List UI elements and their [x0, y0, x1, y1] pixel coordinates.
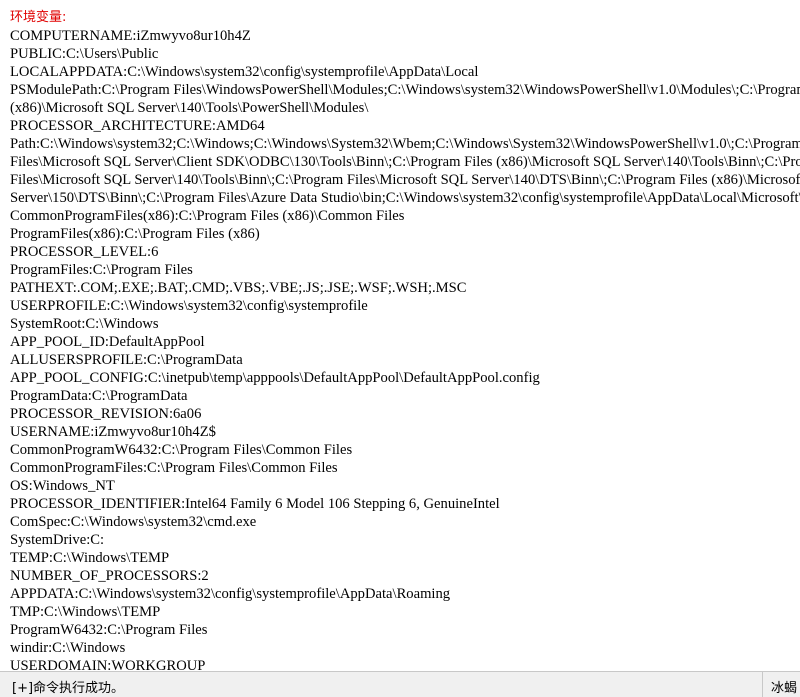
output-heading: 环境变量: [10, 10, 67, 25]
env-variable-line: APP_POOL_CONFIG:C:\inetpub\temp\apppools… [10, 370, 540, 386]
env-variable-line: ComSpec:C:\Windows\system32\cmd.exe [10, 514, 257, 530]
env-variable-line: USERNAME:iZmwyvo8ur10h4Z$ [10, 424, 216, 440]
env-variable-line: Server\150\DTS\Binn\;C:\Program Files\Az… [10, 190, 800, 206]
env-variable-line: SystemDrive:C: [10, 532, 105, 548]
env-variable-line: TEMP:C:\Windows\TEMP [10, 550, 170, 566]
env-variable-line: LOCALAPPDATA:C:\Windows\system32\config\… [10, 64, 479, 80]
env-variable-line: USERPROFILE:C:\Windows\system32\config\s… [10, 298, 368, 314]
env-variable-line: PROCESSOR_IDENTIFIER:Intel64 Family 6 Mo… [10, 496, 500, 512]
env-variable-line: ALLUSERSPROFILE:C:\ProgramData [10, 352, 243, 368]
env-variable-line: PATHEXT:.COM;.EXE;.BAT;.CMD;.VBS;.VBE;.J… [10, 280, 467, 296]
env-variable-line: PROCESSOR_ARCHITECTURE:AMD64 [10, 118, 265, 134]
status-bar: [+]命令执行成功。 冰蝎 [0, 671, 800, 697]
env-variable-line: SystemRoot:C:\Windows [10, 316, 159, 332]
env-variable-line: CommonProgramW6432:C:\Program Files\Comm… [10, 442, 353, 458]
env-variable-list: COMPUTERNAME:iZmwyvo8ur10h4Z PUBLIC:C:\Us… [10, 27, 800, 671]
env-variable-line: windir:C:\Windows [10, 640, 126, 656]
env-variable-line: TMP:C:\Windows\TEMP [10, 604, 161, 620]
env-variable-line: ProgramFiles(x86):C:\Program Files (x86) [10, 226, 260, 242]
env-variable-line: CommonProgramFiles(x86):C:\Program Files… [10, 208, 405, 224]
env-variable-line: Files\Microsoft SQL Server\140\Tools\Bin… [10, 172, 800, 188]
status-right-label: 冰蝎 [771, 681, 798, 696]
env-variable-line: ProgramData:C:\ProgramData [10, 388, 188, 404]
env-variable-line: ProgramW6432:C:\Program Files [10, 622, 208, 638]
env-variable-line: Files\Microsoft SQL Server\Client SDK\OD… [10, 154, 800, 170]
env-variable-line: CommonProgramFiles:C:\Program Files\Comm… [10, 460, 338, 476]
command-output-text: 环境变量: COMPUTERNAME:iZmwyvo8ur10h4Z PUBLIC… [0, 0, 800, 671]
command-output-pane[interactable]: 环境变量: COMPUTERNAME:iZmwyvo8ur10h4Z PUBLIC… [0, 0, 800, 671]
env-variable-line: Path:C:\Windows\system32;C:\Windows;C:\W… [10, 136, 800, 152]
webshell-window: 环境变量: COMPUTERNAME:iZmwyvo8ur10h4Z PUBLIC… [0, 0, 800, 697]
env-variable-line: PROCESSOR_LEVEL:6 [10, 244, 159, 260]
env-variable-line: APPDATA:C:\Windows\system32\config\syste… [10, 586, 451, 602]
env-variable-line: USERDOMAIN:WORKGROUP [10, 658, 206, 671]
env-variable-line: NUMBER_OF_PROCESSORS:2 [10, 568, 209, 584]
env-variable-line: ProgramFiles:C:\Program Files [10, 262, 193, 278]
env-variable-line: PROCESSOR_REVISION:6a06 [10, 406, 202, 422]
env-variable-line: APP_POOL_ID:DefaultAppPool [10, 334, 205, 350]
status-message: [+]命令执行成功。 [12, 681, 125, 696]
env-variable-line: PUBLIC:C:\Users\Public [10, 46, 159, 62]
env-variable-line: COMPUTERNAME:iZmwyvo8ur10h4Z [10, 28, 251, 44]
env-variable-line: OS:Windows_NT [10, 478, 115, 494]
env-variable-line: PSModulePath:C:\Program Files\WindowsPow… [10, 82, 800, 98]
status-right-panel: 冰蝎 [762, 672, 800, 697]
env-variable-line: (x86)\Microsoft SQL Server\140\Tools\Pow… [10, 100, 369, 116]
